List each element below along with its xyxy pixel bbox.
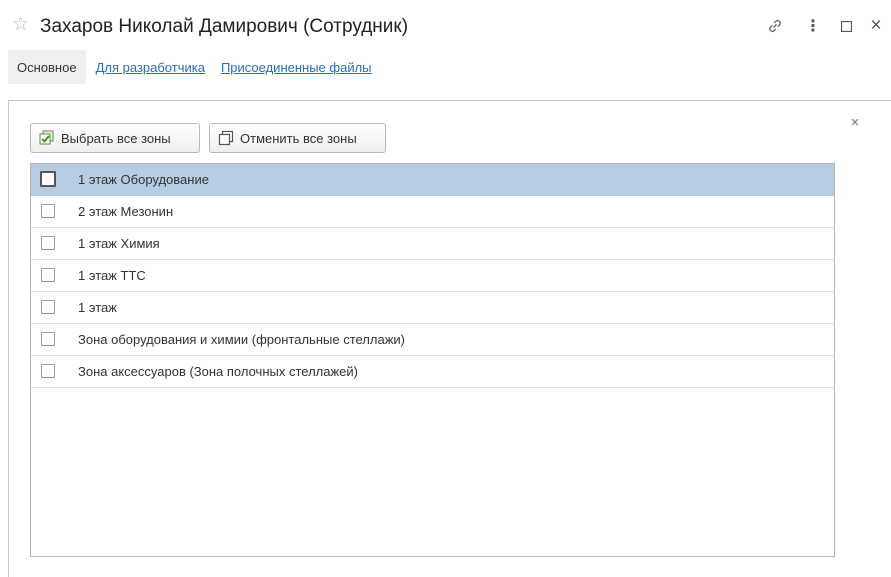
zone-row[interactable]: 1 этаж ТТС: [31, 260, 834, 292]
zones-list: 1 этаж Оборудование 2 этаж Мезонин 1 эта…: [30, 163, 835, 557]
zone-row[interactable]: 1 этаж: [31, 292, 834, 324]
maximize-icon[interactable]: [838, 14, 854, 38]
zone-checkbox[interactable]: [41, 364, 55, 378]
zone-row[interactable]: 1 этаж Оборудование: [31, 164, 834, 196]
zone-row[interactable]: 1 этаж Химия: [31, 228, 834, 260]
zone-checkbox[interactable]: [40, 171, 56, 187]
zone-label: 2 этаж Мезонин: [78, 204, 174, 219]
zone-row[interactable]: 2 этаж Мезонин: [31, 196, 834, 228]
zone-checkbox[interactable]: [41, 300, 55, 314]
more-menu-icon[interactable]: ⋮: [805, 14, 821, 38]
cancel-all-zones-button[interactable]: Отменить все зоны: [209, 123, 386, 153]
zone-row[interactable]: Зона оборудования и химии (фронтальные с…: [31, 324, 834, 356]
zone-label: Зона аксессуаров (Зона полочных стеллаже…: [78, 364, 358, 379]
link-icon[interactable]: [764, 14, 786, 38]
tab-main[interactable]: Основное: [8, 50, 86, 84]
tab-developer[interactable]: Для разработчика: [90, 50, 211, 84]
zone-label: 1 этаж Химия: [78, 236, 160, 251]
zone-label: 1 этаж: [78, 300, 117, 315]
panel-close-icon[interactable]: ×: [848, 115, 862, 130]
close-window-icon[interactable]: ×: [867, 14, 885, 38]
window-title: Захаров Николай Дамирович (Сотрудник): [40, 16, 409, 37]
cancel-all-zones-label: Отменить все зоны: [240, 130, 357, 146]
zone-checkbox[interactable]: [41, 236, 55, 250]
zone-checkbox[interactable]: [41, 268, 55, 282]
zone-row[interactable]: Зона аксессуаров (Зона полочных стеллаже…: [31, 356, 834, 388]
check-all-icon: [39, 130, 55, 146]
zone-checkbox[interactable]: [41, 204, 55, 218]
zone-label: 1 этаж ТТС: [78, 268, 146, 283]
zone-label: 1 этаж Оборудование: [78, 172, 209, 187]
favorite-star-icon[interactable]: ☆: [12, 15, 29, 35]
zone-label: Зона оборудования и химии (фронтальные с…: [78, 332, 405, 347]
title-bar: ☆ Захаров Николай Дамирович (Сотрудник) …: [0, 0, 891, 48]
zone-checkbox[interactable]: [41, 332, 55, 346]
form-tabs: Основное Для разработчика Присоединенные…: [8, 50, 382, 84]
select-all-zones-button[interactable]: Выбрать все зоны: [30, 123, 200, 153]
tab-attached-files[interactable]: Присоединенные файлы: [215, 50, 378, 84]
uncheck-all-icon: [218, 130, 234, 146]
select-all-zones-label: Выбрать все зоны: [61, 130, 171, 146]
